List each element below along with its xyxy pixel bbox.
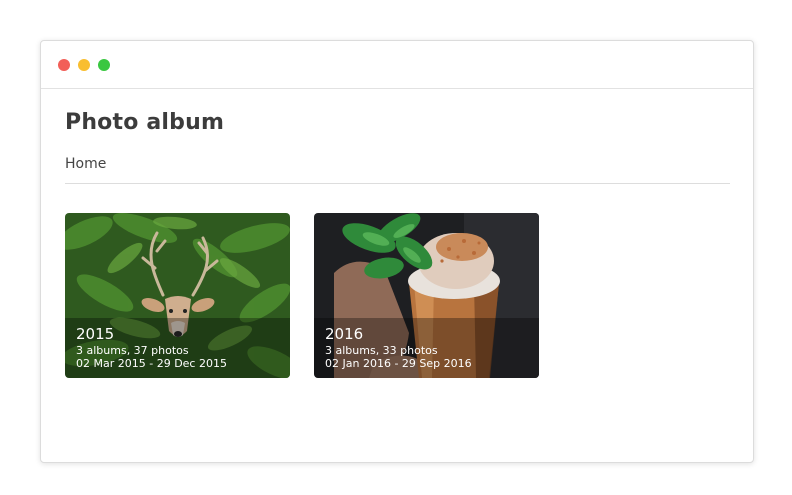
album-year: 2016: [325, 325, 364, 343]
album-year: 2015: [76, 325, 115, 343]
album-date-range: 02 Mar 2015 - 29 Dec 2015: [76, 357, 227, 370]
breadcrumb-home-link[interactable]: Home: [65, 156, 106, 172]
album-date-range: 02 Jan 2016 - 29 Sep 2016: [325, 357, 472, 370]
close-window-button[interactable]: [58, 59, 70, 71]
page-title: Photo album: [65, 110, 225, 135]
album-count: 3 albums, 33 photos: [325, 344, 438, 357]
album-caption: 2016 3 albums, 33 photos 02 Jan 2016 - 2…: [314, 318, 539, 378]
minimize-window-button[interactable]: [78, 59, 90, 71]
main-content: Photo album Home 2015 3 albums, 37 photo…: [65, 88, 730, 462]
maximize-window-button[interactable]: [98, 59, 110, 71]
album-card-2015[interactable]: 2015 3 albums, 37 photos 02 Mar 2015 - 2…: [65, 213, 290, 378]
album-caption: 2015 3 albums, 37 photos 02 Mar 2015 - 2…: [65, 318, 290, 378]
album-count: 3 albums, 37 photos: [76, 344, 189, 357]
album-card-2016[interactable]: 2016 3 albums, 33 photos 02 Jan 2016 - 2…: [314, 213, 539, 378]
app-window: Photo album Home 2015 3 albums, 37 photo…: [40, 40, 754, 463]
divider: [65, 183, 730, 184]
title-bar: [41, 41, 753, 89]
